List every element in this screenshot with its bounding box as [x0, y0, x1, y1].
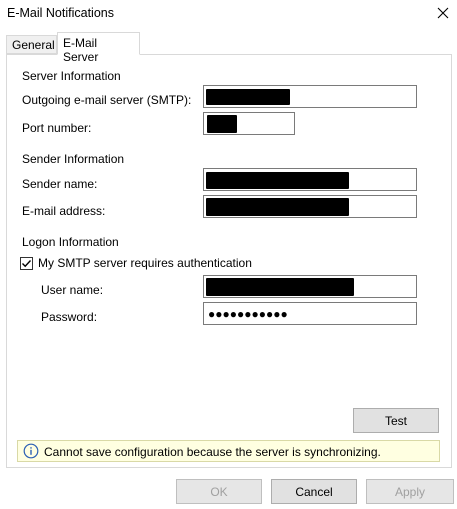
tab-email-server-label: E-Mail Server [63, 36, 99, 64]
ok-button-label: OK [210, 484, 228, 499]
title-bar: E-Mail Notifications [0, 0, 457, 28]
window-title: E-Mail Notifications [7, 6, 114, 20]
password-label: Password: [41, 310, 98, 324]
redacted-block [207, 115, 237, 133]
ok-button[interactable]: OK [176, 479, 262, 504]
email-address-input[interactable] [203, 195, 417, 218]
sender-name-input[interactable] [203, 168, 417, 191]
sender-name-label: Sender name: [22, 177, 98, 191]
redacted-block [206, 89, 290, 105]
smtp-server-input[interactable] [203, 85, 417, 108]
test-button[interactable]: Test [353, 408, 439, 433]
info-icon [23, 443, 39, 459]
sender-info-heading: Sender Information [22, 152, 125, 166]
auth-checkbox-label[interactable]: My SMTP server requires authentication [38, 256, 252, 270]
tab-general-label: General [12, 38, 55, 52]
username-label: User name: [41, 283, 104, 297]
tab-general[interactable]: General [6, 35, 57, 54]
redacted-block [206, 198, 349, 216]
password-input[interactable]: ●●●●●●●●●●● [203, 302, 417, 325]
checkmark-icon [22, 260, 32, 268]
auth-checkbox[interactable] [20, 257, 33, 270]
info-message-text: Cannot save configuration because the se… [44, 445, 381, 459]
test-button-label: Test [384, 413, 407, 428]
smtp-label: Outgoing e-mail server (SMTP): [22, 93, 192, 107]
logon-info-heading: Logon Information [22, 235, 119, 249]
port-number-input[interactable] [203, 112, 295, 135]
redacted-block [206, 278, 354, 296]
apply-button[interactable]: Apply [366, 479, 454, 504]
username-input[interactable] [203, 275, 417, 298]
info-message-bar: Cannot save configuration because the se… [17, 440, 440, 462]
cancel-button-label: Cancel [295, 484, 333, 499]
server-info-heading: Server Information [22, 69, 121, 83]
cancel-button[interactable]: Cancel [271, 479, 357, 504]
tab-email-server[interactable]: E-Mail Server [57, 32, 140, 64]
redacted-block [206, 172, 349, 189]
close-button[interactable] [430, 2, 456, 24]
close-icon [437, 7, 449, 19]
email-address-label: E-mail address: [22, 204, 106, 218]
port-label: Port number: [22, 121, 92, 135]
password-value: ●●●●●●●●●●● [208, 307, 288, 321]
apply-button-label: Apply [394, 484, 426, 499]
